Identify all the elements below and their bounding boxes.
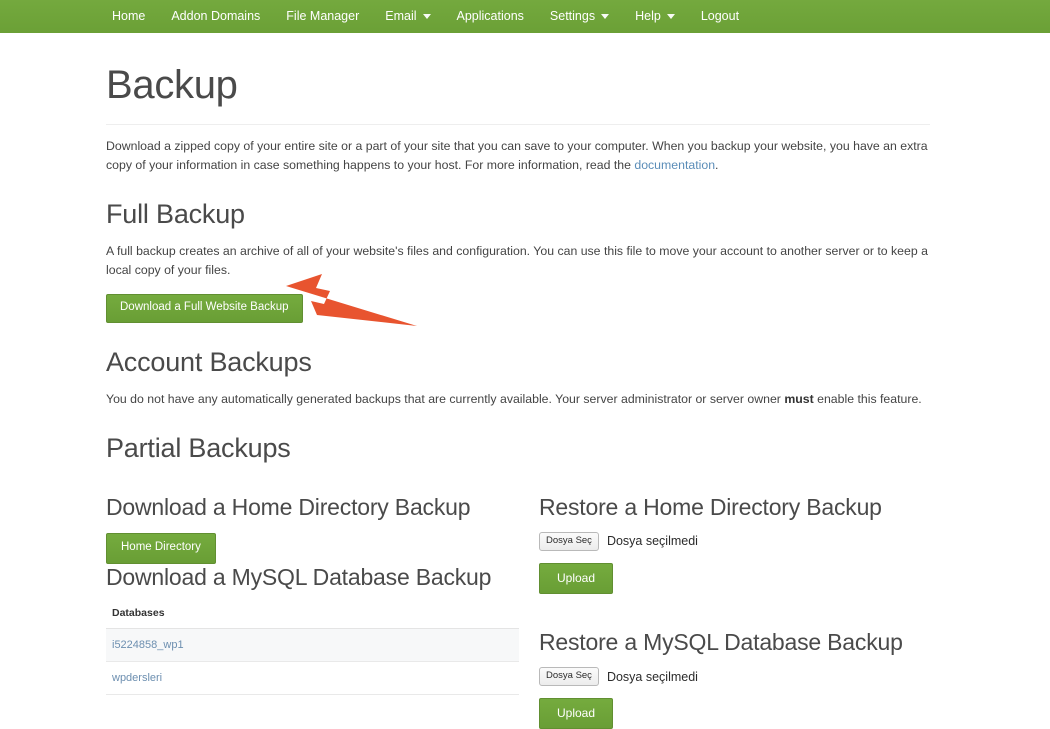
account-backups-description-part1: You do not have any automatically genera…: [106, 391, 785, 406]
restore-mysql-upload-button[interactable]: Upload: [539, 697, 614, 729]
restore-home-directory-heading: Restore a Home Directory Backup: [539, 493, 882, 520]
choose-file-button[interactable]: Dosya Seç: [539, 532, 599, 551]
account-backups-heading: Account Backups: [106, 346, 312, 377]
nav-item-label: Logout: [700, 9, 740, 23]
restore-mysql-database-heading: Restore a MySQL Database Backup: [539, 628, 903, 655]
page-content: Backup Download a zipped copy of your en…: [0, 63, 1050, 729]
nav-item-email[interactable]: Email: [385, 0, 431, 33]
account-backups-description-part2: enable this feature.: [813, 391, 922, 406]
account-backups-description-emphasis: must: [784, 391, 814, 406]
nav-item-logout[interactable]: Logout: [701, 0, 739, 33]
account-backups-description: You do not have any automatically genera…: [106, 390, 936, 409]
nav-item-label: Applications: [456, 9, 524, 23]
documentation-link[interactable]: documentation: [634, 158, 715, 172]
partial-backups-right-column: Restore a Home Directory Backup Dosya Se…: [539, 494, 969, 729]
nav-item-help[interactable]: Help: [635, 0, 675, 33]
download-full-website-backup-button[interactable]: Download a Full Website Backup: [106, 294, 303, 323]
table-cell-database: i5224858_wp1: [106, 628, 519, 663]
databases-column-header: Databases: [106, 607, 519, 630]
nav-item-label: File Manager: [286, 9, 360, 23]
partial-backups-heading: Partial Backups: [106, 432, 291, 463]
partial-backups-columns: Download a Home Directory Backup Home Di…: [106, 494, 1050, 729]
restore-mysql-file-input[interactable]: Dosya Seç Dosya seçilmedi: [539, 667, 969, 686]
page-title: Backup: [106, 63, 238, 107]
download-home-directory-heading: Download a Home Directory Backup: [106, 493, 471, 520]
title-divider: [106, 124, 930, 125]
nav-item-label: Home: [112, 9, 146, 23]
top-navigation-bar: Home Addon Domains File Manager Email Ap…: [0, 0, 1050, 33]
nav-item-label: Help: [635, 9, 661, 23]
nav-item-label: Addon Domains: [171, 9, 261, 23]
nav-item-home[interactable]: Home: [112, 0, 145, 33]
nav-item-file-manager[interactable]: File Manager: [286, 0, 359, 33]
page-intro-text: Download a zipped copy of your entire si…: [106, 137, 936, 175]
selected-file-status: Dosya seçilmedi: [606, 669, 698, 684]
restore-home-file-input[interactable]: Dosya Seç Dosya seçilmedi: [539, 532, 969, 551]
nav-item-addon-domains[interactable]: Addon Domains: [171, 0, 260, 33]
table-header-row: Databases: [106, 607, 519, 630]
chevron-down-icon: [601, 14, 610, 19]
nav-item-applications[interactable]: Applications: [457, 0, 524, 33]
download-mysql-database-heading: Download a MySQL Database Backup: [106, 563, 492, 590]
table-row: wpdersleri: [106, 661, 519, 696]
full-backup-description: A full backup creates an archive of all …: [106, 244, 928, 278]
databases-table: Databases i5224858_wp1 wpdersleri: [106, 607, 519, 696]
table-row: i5224858_wp1: [106, 628, 519, 663]
chevron-down-icon: [422, 14, 431, 19]
choose-file-button[interactable]: Dosya Seç: [539, 667, 599, 686]
chevron-down-icon: [666, 14, 675, 19]
restore-home-upload-button[interactable]: Upload: [539, 562, 614, 594]
home-directory-download-button[interactable]: Home Directory: [106, 533, 216, 564]
database-link[interactable]: i5224858_wp1: [112, 639, 184, 651]
nav-item-label: Settings: [549, 9, 596, 23]
full-backup-heading: Full Backup: [106, 199, 245, 229]
page-intro-text-part2: .: [715, 158, 719, 172]
nav-item-label: Email: [385, 9, 417, 23]
partial-backups-left-column: Download a Home Directory Backup Home Di…: [106, 494, 538, 729]
nav-item-settings[interactable]: Settings: [549, 0, 610, 33]
database-link[interactable]: wpdersleri: [112, 672, 162, 684]
table-cell-database: wpdersleri: [106, 661, 519, 696]
selected-file-status: Dosya seçilmedi: [606, 534, 698, 549]
page-intro-text-part1: Download a zipped copy of your entire si…: [106, 139, 928, 172]
